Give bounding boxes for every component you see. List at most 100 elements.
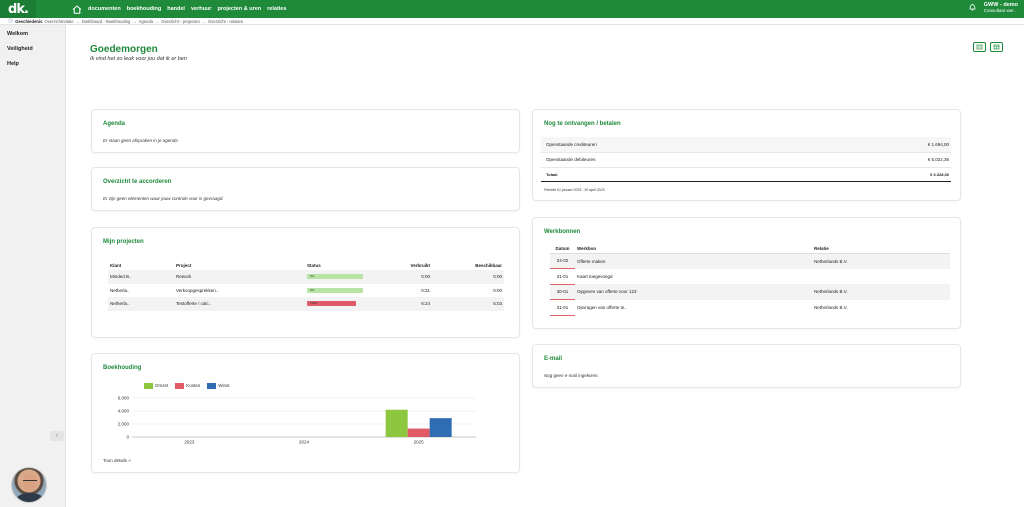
table-row[interactable]: Netherla.. Verkoopgesprekken.. 0% 0:31 0… — [108, 284, 504, 298]
value-crediteuren: € 1.694,00 — [826, 137, 951, 153]
cell-relatie — [812, 269, 950, 285]
breadcrumb-item[interactable]: Overzicht - relaties — [208, 19, 243, 24]
menu-handel[interactable]: handel — [167, 6, 185, 12]
cell-project: Rework — [174, 270, 305, 284]
cell-werkbon: Kaart toegevoegd — [577, 273, 613, 279]
ontvangen-card: Nog te ontvangen / betalen Openstaande c… — [532, 109, 961, 201]
x-tick-label: 2024 — [299, 440, 310, 445]
table-row[interactable]: Netherla.. Testofferte / calc.. 126% 6:2… — [108, 297, 504, 311]
legend-omzet[interactable]: Omzet — [144, 383, 168, 389]
cell-project: Verkoopgesprekken.. — [176, 287, 219, 293]
table-row[interactable]: 31-01 Opvragen van offerte te.. Netherla… — [550, 299, 950, 316]
breadcrumb-separator: → — [132, 18, 137, 24]
col-verbruikt: Verbruikt — [410, 263, 430, 268]
email-message: Nog geen e-mail ingelezen. — [544, 373, 599, 378]
cell-werkbon: Offerte maken — [575, 253, 812, 269]
table-row[interactable]: Minded B.. Rework 0% 0:00 0:00 — [108, 270, 504, 284]
col-datum: Datum — [550, 244, 575, 254]
legend-swatch-omzet — [144, 383, 153, 389]
cell-relatie: Netherlands B.V. — [814, 304, 848, 310]
sidebar-item-welkom[interactable]: Welkom — [0, 25, 65, 40]
projecten-card: Mijn projecten Klant Project Status Verb… — [91, 227, 520, 338]
ontvangen-title: Nog te ontvangen / betalen — [544, 121, 621, 127]
agenda-message: Er staan geen afspraken in je agenda — [103, 138, 178, 143]
table-row: Openstaande debiteuren € 5.022,36 — [541, 152, 951, 168]
cell-verbruikt: 6:24 — [382, 297, 432, 311]
table-row[interactable]: 24-02 Offerte maken Netherlands B.V. — [550, 253, 950, 269]
x-tick-label: 2023 — [184, 440, 195, 445]
bar-winst-2025 — [429, 418, 452, 437]
total-value: € 3.328,36 — [826, 167, 951, 182]
cell-klant: Netherla.. — [108, 297, 174, 311]
cell-project: Testofferte / calc.. — [174, 297, 305, 311]
table-row[interactable]: 31-01 Kaart toegevoegd — [550, 268, 950, 285]
value-debiteuren: € 5.022,36 — [826, 152, 951, 168]
menu-projecten-uren[interactable]: projecten & uren — [217, 6, 261, 12]
main-content: Goedemorgen Ik vind het zo leuk voor jou… — [66, 25, 1024, 507]
agenda-card: Agenda Er staan geen afspraken in je age… — [91, 109, 520, 153]
cell-klant: Netherla.. — [110, 287, 130, 293]
accorderen-card: Overzicht te accorderen Er zijn geen ele… — [91, 167, 520, 211]
cell-datum: 30-01 — [550, 284, 575, 300]
col-werkbon: Werkbon — [575, 244, 812, 254]
breadcrumb-item[interactable]: Overzicht - projecten — [161, 19, 200, 24]
cell-verbruikt: 0:00 — [382, 270, 432, 284]
ontvangen-table: Openstaande crediteuren € 1.694,00 Opens… — [541, 137, 951, 182]
email-card: E-mail Nog geen e-mail ingelezen. — [532, 344, 961, 388]
projecten-title: Mijn projecten — [103, 239, 144, 245]
y-tick-label: 0 — [126, 435, 129, 440]
cell-relatie: Netherlands B.V. — [812, 253, 950, 269]
user-role: Consultant wer.. — [983, 8, 1017, 13]
main-menu: documenten boekhouding handel verhuur pr… — [88, 6, 286, 12]
total-row: Totaal € 3.328,36 — [541, 167, 951, 182]
collapse-sidebar-button[interactable]: ‹ — [50, 431, 64, 441]
sidebar-item-help[interactable]: Help — [0, 55, 65, 70]
settings-icon[interactable] — [973, 42, 986, 52]
legend-winst[interactable]: Winst — [207, 383, 230, 389]
breadcrumb-history[interactable]: Geschiedenis — [15, 19, 42, 24]
boekhouding-chart: 6,000 4,000 2,000 0 2023 2024 2025 — [118, 396, 476, 445]
bell-icon[interactable] — [969, 3, 976, 13]
y-tick-label: 2,000 — [118, 422, 130, 427]
bar-omzet-2025 — [385, 409, 408, 437]
breadcrumb-separator: → — [201, 18, 207, 24]
cell-beschikbaar: 0:00 — [493, 287, 502, 293]
col-relatie: Relatie — [812, 244, 950, 254]
status-bar: 0% — [307, 287, 363, 293]
toon-details-link[interactable]: Toon details » — [103, 458, 131, 463]
col-klant: Klant — [110, 263, 122, 268]
user-menu[interactable]: GWW - demo Consultant wer.. — [984, 2, 1018, 14]
breadcrumb-item[interactable]: Dashboard - Boekhouding — [82, 19, 131, 24]
menu-relaties[interactable]: relaties — [267, 6, 286, 12]
cell-datum: 31-01 — [550, 299, 575, 316]
werkbonnen-title: Werkbonnen — [544, 229, 581, 235]
page-subtitle: Ik vind het zo leuk voor jou dat ik er b… — [90, 56, 187, 62]
boekhouding-card: Boekhouding Omzet Kosten Winst 6,000 4,00… — [91, 353, 520, 473]
x-tick-label: 2025 — [414, 440, 425, 445]
cell-klant: Minded B.. — [108, 270, 174, 284]
breadcrumb-separator: → — [75, 18, 80, 24]
cell-werkbon: Opvragen van offerte te.. — [577, 304, 627, 310]
breadcrumb-item[interactable]: Overzichtrelatie — [44, 19, 73, 24]
accorderen-title: Overzicht te accorderen — [103, 179, 172, 185]
table-row: Openstaande crediteuren € 1.694,00 — [541, 137, 951, 153]
menu-documenten[interactable]: documenten — [88, 6, 121, 12]
legend-swatch-kosten — [175, 383, 185, 389]
avatar[interactable] — [11, 467, 47, 503]
home-icon[interactable] — [70, 2, 84, 16]
werkbonnen-table: Datum Werkbon Relatie 24-02 Offerte make… — [550, 244, 950, 316]
chart-legend: Omzet Kosten Winst — [144, 383, 230, 389]
menu-verhuur[interactable]: verhuur — [191, 6, 211, 12]
cell-beschikbaar: 5:03 — [432, 297, 504, 311]
layout-icon[interactable] — [990, 42, 1003, 52]
cell-datum: 24-02 — [550, 253, 575, 269]
breadcrumb-item[interactable]: Agenda — [139, 19, 153, 24]
label-debiteuren: Openstaande debiteuren — [541, 152, 827, 168]
menu-boekhouding[interactable]: boekhouding — [127, 6, 162, 12]
legend-kosten[interactable]: Kosten — [175, 383, 200, 389]
app-logo[interactable]: dk. — [0, 0, 36, 18]
top-navigation-bar: dk. documenten boekhouding handel verhuu… — [0, 0, 1024, 18]
sidebar-item-veiligheid[interactable]: Veiligheid — [0, 40, 65, 55]
table-row[interactable]: 30-01 Opgeven van offerte voor 123 Nethe… — [550, 284, 950, 300]
cell-werkbon: Opgeven van offerte voor 123 — [575, 284, 812, 300]
